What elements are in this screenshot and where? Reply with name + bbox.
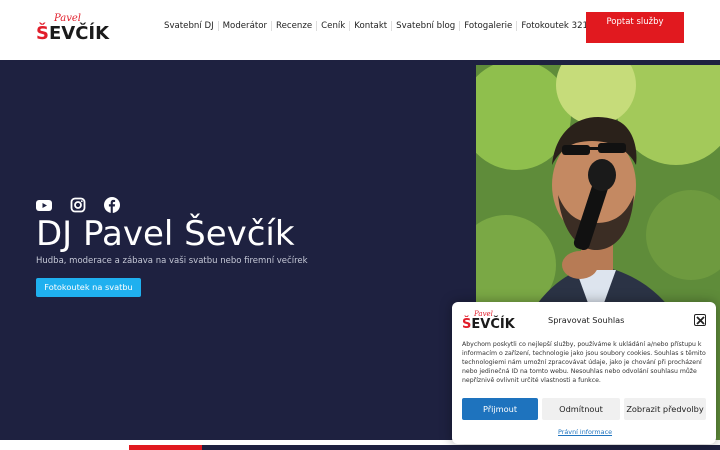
accept-button[interactable]: Přijmout xyxy=(462,398,538,420)
fotokoutek-button[interactable]: Fotokoutek na svatbu xyxy=(36,278,141,297)
nav-item-cenik[interactable]: Ceník xyxy=(316,21,349,31)
logo-word-rest: EVČÍK xyxy=(48,23,110,44)
cookie-logo-s: Š xyxy=(462,317,472,332)
nav-item-kontakt[interactable]: Kontakt xyxy=(349,21,391,31)
hero-title: DJ Pavel Ševčík xyxy=(36,214,295,254)
nav-item-recenze[interactable]: Recenze xyxy=(271,21,316,31)
cookie-logo: Pavel ŠEVČÍK xyxy=(462,310,516,332)
logo-wordmark: EVČÍKŠEVČÍK xyxy=(36,23,109,44)
logo-word-s: Š xyxy=(36,23,49,44)
nav-item-moderator[interactable]: Moderátor xyxy=(217,21,271,31)
poptat-sluzby-button[interactable]: Poptat služby xyxy=(586,12,684,43)
site-header: Pavel EVČÍKŠEVČÍK Svatební DJ Moderátor … xyxy=(0,0,720,60)
youtube-icon[interactable] xyxy=(36,197,52,213)
main-nav: Svatební DJ Moderátor Recenze Ceník Kont… xyxy=(160,21,609,31)
nav-item-svatebni-dj[interactable]: Svatební DJ xyxy=(160,21,218,31)
cookie-logo-rest: EVČÍK xyxy=(471,317,515,332)
hero-subtitle: Hudba, moderace a zábava na vaši svatbu … xyxy=(36,256,308,266)
site-logo[interactable]: Pavel EVČÍKŠEVČÍK xyxy=(36,13,112,44)
preferences-button[interactable]: Zobrazit předvolby xyxy=(624,398,706,420)
social-links xyxy=(36,197,120,213)
nav-item-svatebni-blog[interactable]: Svatební blog xyxy=(391,21,459,31)
cookie-title: Spravovat Souhlas xyxy=(548,315,625,325)
nav-item-fotogalerie[interactable]: Fotogalerie xyxy=(459,21,516,31)
accent-bar-red xyxy=(129,445,202,450)
deny-button[interactable]: Odmítnout xyxy=(542,398,620,420)
accent-bar-dark xyxy=(202,445,720,450)
legal-info-link[interactable]: Právní informace xyxy=(558,428,612,436)
cookie-logo-wordmark: ŠEVČÍK xyxy=(462,317,515,332)
cookie-consent-panel: Pavel ŠEVČÍK Spravovat Souhlas Abychom p… xyxy=(452,302,716,444)
instagram-icon[interactable] xyxy=(70,197,86,213)
facebook-icon[interactable] xyxy=(104,197,120,213)
close-icon[interactable] xyxy=(694,314,706,326)
cookie-text: Abychom poskytli co nejlepší služby, pou… xyxy=(462,341,706,384)
